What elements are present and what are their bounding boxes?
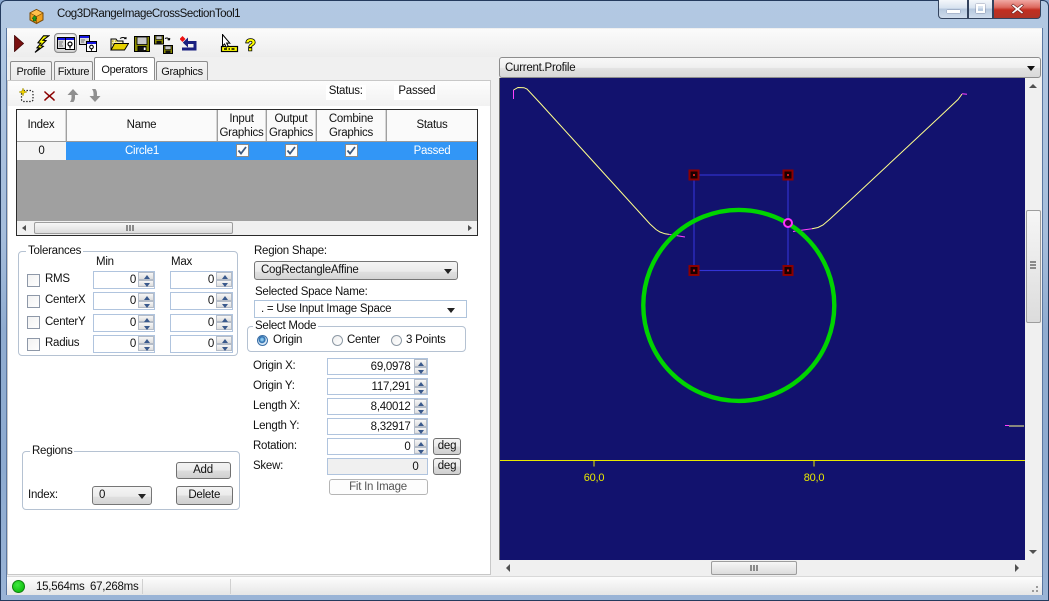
svg-text:?: ? — [245, 36, 255, 54]
svg-text:80,0: 80,0 — [804, 472, 825, 484]
svg-text:60,0: 60,0 — [584, 472, 605, 484]
